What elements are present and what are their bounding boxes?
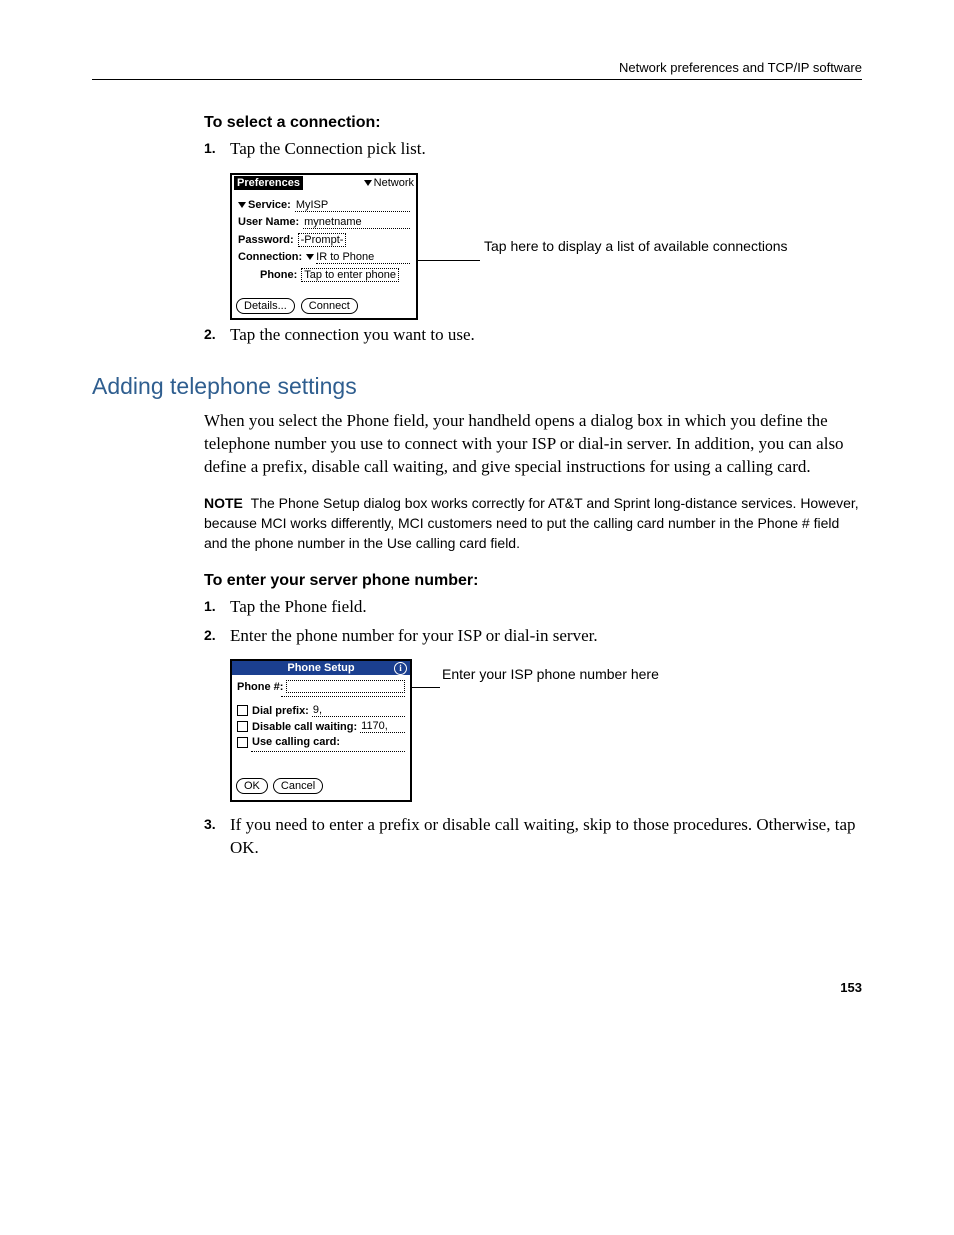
dial-prefix-checkbox[interactable] (237, 705, 248, 716)
note-paragraph: NOTE The Phone Setup dialog box works co… (204, 493, 862, 554)
connection-picker[interactable]: IR to Phone (316, 251, 410, 264)
body-paragraph: When you select the Phone field, your ha… (204, 410, 862, 479)
figure-callout: Enter your ISP phone number here (442, 665, 659, 683)
service-value[interactable]: MyISP (295, 199, 410, 212)
step-text: If you need to enter a prefix or disable… (230, 815, 856, 857)
disable-call-waiting-label: Disable call waiting: (252, 721, 357, 733)
username-label: User Name: (238, 216, 299, 228)
chevron-down-icon (238, 202, 246, 208)
chevron-down-icon (364, 180, 372, 186)
dialog-title: Phone Setup (287, 662, 354, 674)
category-picker[interactable]: Network (364, 177, 414, 189)
details-button[interactable]: Details... (236, 298, 295, 314)
phone-number-input-line2[interactable] (281, 696, 405, 697)
service-label: Service: (248, 199, 291, 211)
calling-card-value[interactable] (251, 751, 405, 752)
ok-button[interactable]: OK (236, 778, 268, 794)
dial-prefix-value[interactable]: 9, (312, 704, 405, 717)
phone-label: Phone: (260, 269, 297, 281)
password-label: Password: (238, 234, 294, 246)
phone-number-input[interactable] (286, 680, 405, 693)
step-text: Tap the Connection pick list. (230, 139, 426, 158)
disable-call-waiting-checkbox[interactable] (237, 721, 248, 732)
step-text: Tap the Phone field. (230, 597, 367, 616)
cancel-button[interactable]: Cancel (273, 778, 323, 794)
page-number: 153 (92, 980, 862, 995)
step-text: Tap the connection you want to use. (230, 325, 475, 344)
procedure-title: To select a connection: (204, 114, 862, 132)
procedure-title: To enter your server phone number: (204, 572, 862, 590)
calling-card-checkbox[interactable] (237, 737, 248, 748)
note-label: NOTE (204, 495, 243, 511)
phone-number-label: Phone #: (237, 681, 283, 693)
chevron-down-icon (306, 254, 314, 260)
note-text: The Phone Setup dialog box works correct… (204, 495, 859, 552)
dial-prefix-label: Dial prefix: (252, 705, 309, 717)
info-icon[interactable]: i (394, 662, 407, 675)
step-item: 3.If you need to enter a prefix or disab… (204, 814, 862, 860)
step-item: 2.Tap the connection you want to use. (204, 324, 862, 347)
connection-label: Connection: (238, 251, 302, 263)
app-title: Preferences (234, 176, 303, 190)
calling-card-label: Use calling card: (252, 736, 340, 748)
phone-setup-screenshot: Phone Setup i Phone #: Dial prefix: 9, (230, 659, 412, 802)
step-text: Enter the phone number for your ISP or d… (230, 626, 598, 645)
step-item: 1.Tap the Phone field. (204, 596, 862, 619)
password-field[interactable]: -Prompt- (298, 233, 347, 247)
disable-call-waiting-value[interactable]: 1170, (360, 720, 405, 733)
section-heading: Adding telephone settings (92, 373, 862, 400)
step-item: 2.Enter the phone number for your ISP or… (204, 625, 862, 648)
preferences-screenshot: Preferences Network Service: MyISP User … (230, 173, 418, 320)
connect-button[interactable]: Connect (301, 298, 358, 314)
phone-field[interactable]: Tap to enter phone (301, 268, 399, 282)
figure-callout: Tap here to display a list of available … (484, 237, 788, 255)
step-item: 1.Tap the Connection pick list. (204, 138, 862, 161)
username-value[interactable]: mynetname (303, 216, 410, 229)
running-header: Network preferences and TCP/IP software (92, 60, 862, 80)
